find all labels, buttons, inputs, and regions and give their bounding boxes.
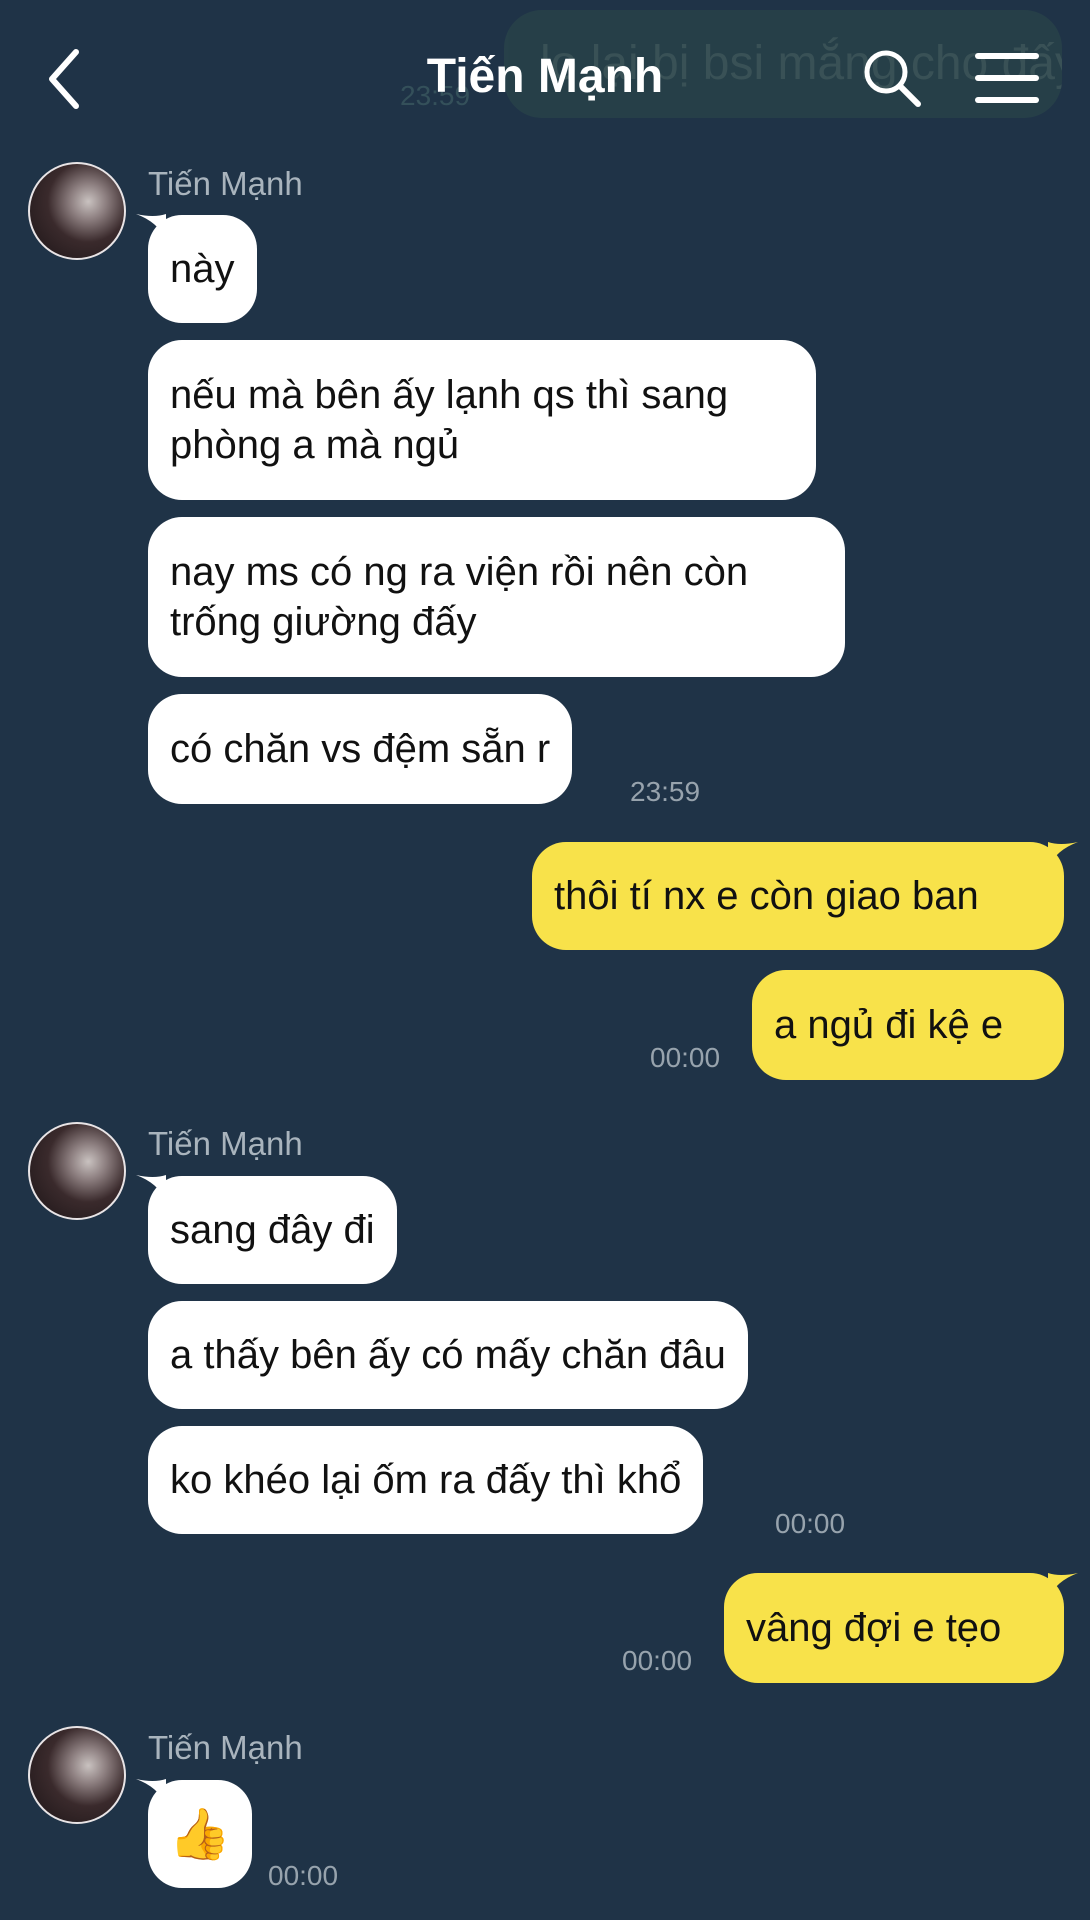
message-bubble-outgoing[interactable]: a ngủ đi kệ e bbox=[752, 970, 1064, 1080]
sender-name: Tiến Mạnh bbox=[148, 1125, 303, 1162]
message-bubble[interactable]: nếu mà bên ấy lạnh qs thì sang phòng a m… bbox=[148, 340, 816, 500]
message-bubble[interactable]: ko khéo lại ốm ra đấy thì khổ bbox=[148, 1426, 704, 1534]
message-time: 00:00 bbox=[268, 1860, 339, 1891]
message-time: 00:00 bbox=[622, 1645, 693, 1676]
chat-title: Tiến Mạnh bbox=[426, 50, 664, 103]
avatar[interactable] bbox=[28, 1122, 126, 1220]
thumbs-up-emoji: 👍 bbox=[168, 1806, 232, 1862]
message-text: vâng đợi e tẹo bbox=[746, 1606, 1002, 1650]
menu-button[interactable] bbox=[974, 50, 1040, 106]
message-bubble[interactable]: này bbox=[148, 215, 257, 323]
back-arrow-icon bbox=[49, 49, 79, 109]
message-text: nếu mà bên ấy lạnh qs thì sang phòng a m… bbox=[170, 373, 729, 467]
message-bubble-outgoing[interactable]: thôi tí nx e còn giao ban bbox=[532, 842, 1064, 950]
message-time: 00:00 bbox=[650, 1042, 721, 1073]
message-text: sang đây đi bbox=[170, 1208, 375, 1252]
message-bubble[interactable]: 👍 bbox=[148, 1780, 252, 1888]
avatar[interactable] bbox=[28, 162, 126, 260]
message-text: ko khéo lại ốm ra đấy thì khổ bbox=[170, 1458, 682, 1502]
message-text: a thấy bên ấy có mấy chăn đâu bbox=[170, 1333, 726, 1377]
sender-name: Tiến Mạnh bbox=[148, 165, 303, 202]
chat-header: lo lại bị bsi mắng cho đấy 23:59 Tiến Mạ… bbox=[0, 0, 1090, 160]
message-time: 23:59 bbox=[630, 776, 701, 807]
message-text: nay ms có ng ra viện rồi nên còn trống g… bbox=[170, 550, 749, 644]
message-text: thôi tí nx e còn giao ban bbox=[554, 874, 979, 918]
bubble-tail bbox=[1048, 1573, 1078, 1599]
message-time: 00:00 bbox=[775, 1508, 846, 1539]
message-bubble-outgoing[interactable]: vâng đợi e tẹo bbox=[724, 1573, 1064, 1683]
message-bubble[interactable]: có chăn vs đệm sẵn r bbox=[148, 694, 573, 804]
menu-icon bbox=[975, 53, 1039, 103]
message-text: a ngủ đi kệ e bbox=[774, 1003, 1004, 1047]
message-text: này bbox=[170, 247, 235, 291]
avatar[interactable] bbox=[28, 1726, 126, 1824]
message-bubble[interactable]: nay ms có ng ra viện rồi nên còn trống g… bbox=[148, 517, 845, 677]
message-bubble[interactable]: sang đây đi bbox=[148, 1176, 397, 1284]
search-icon bbox=[864, 50, 921, 107]
message-bubble[interactable]: a thấy bên ấy có mấy chăn đâu bbox=[148, 1301, 748, 1409]
message-text: có chăn vs đệm sẵn r bbox=[170, 727, 551, 771]
sender-name: Tiến Mạnh bbox=[148, 1729, 303, 1766]
bubble-tail bbox=[1048, 842, 1078, 868]
search-button[interactable] bbox=[860, 46, 924, 110]
back-button[interactable] bbox=[40, 44, 104, 114]
